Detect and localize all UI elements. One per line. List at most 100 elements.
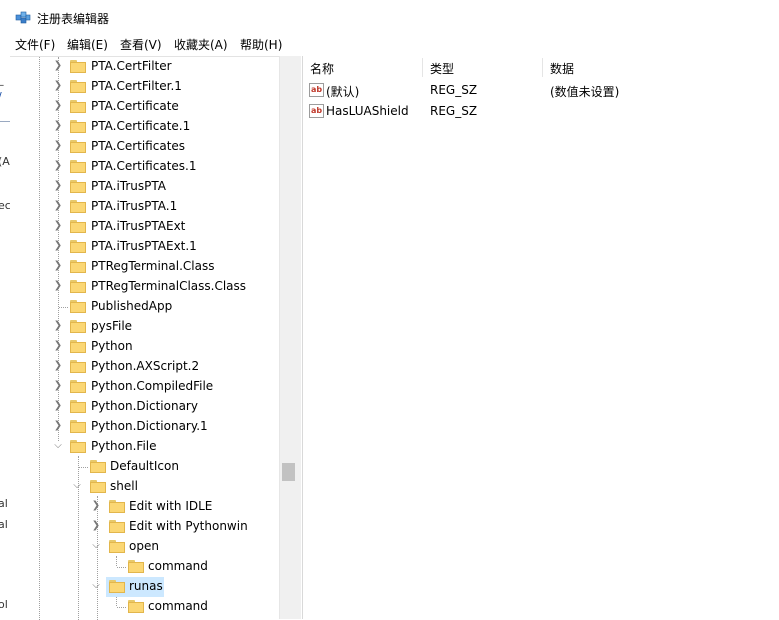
tree-node[interactable]: ❯ PTA.Certificate.1: [10, 117, 279, 137]
chevron-right-icon[interactable]: ❯: [90, 520, 102, 532]
folder-icon: [109, 520, 125, 533]
values-list[interactable]: 名称 类型 数据 ab (默认) REG_SZ (数值未设置) ab HasLU…: [302, 56, 779, 619]
chevron-right-icon[interactable]: ❯: [52, 260, 64, 272]
tree-node-label: PTA.Certificates.1: [91, 159, 197, 173]
chevron-down-icon[interactable]: ⌵: [71, 480, 83, 492]
chevron-right-icon[interactable]: ❯: [52, 140, 64, 152]
tree-node[interactable]: ❯ PTA.Certificate: [10, 97, 279, 117]
folder-icon: [70, 220, 86, 233]
tree-node[interactable]: ⌵ shell: [10, 477, 279, 497]
tree-node[interactable]: ❯ PTA.iTrusPTA.1: [10, 197, 279, 217]
tree-node[interactable]: ❯ PTRegTerminalClass.Class: [10, 277, 279, 297]
scrollbar-thumb[interactable]: [282, 463, 295, 481]
tree-node[interactable]: ⌵ open: [10, 537, 279, 557]
tree-node[interactable]: ⌵ Python.File: [10, 437, 279, 457]
tree-node[interactable]: ❯ Python.CompiledFile: [10, 377, 279, 397]
tree-node-label: PTA.iTrusPTAExt: [91, 219, 186, 233]
chevron-right-icon[interactable]: ❯: [52, 60, 64, 72]
chevron-right-icon[interactable]: ❯: [52, 280, 64, 292]
tree-node-label: Python: [91, 339, 133, 353]
column-divider[interactable]: [422, 58, 423, 77]
tree-node[interactable]: PublishedApp: [10, 297, 279, 317]
pane-splitter[interactable]: [297, 56, 301, 619]
value-row[interactable]: ab (默认) REG_SZ (数值未设置): [303, 80, 779, 100]
tree-node[interactable]: ❯ PTA.Certificates.1: [10, 157, 279, 177]
tree-node[interactable]: ❯ Python: [10, 337, 279, 357]
chevron-right-icon[interactable]: ❯: [52, 240, 64, 252]
tree-node[interactable]: DefaultIcon: [10, 457, 279, 477]
tree-node[interactable]: command: [10, 557, 279, 577]
chevron-right-icon[interactable]: ❯: [52, 380, 64, 392]
registry-tree[interactable]: ❯ PTA.CertFilter ❯ PTA.CertFilter.1 ❯ PT…: [10, 56, 279, 620]
menu-file[interactable]: 文件(F): [15, 36, 55, 53]
tree-node-label: PTA.iTrusPTA.1: [91, 199, 178, 213]
chevron-down-icon[interactable]: ⌵: [90, 540, 102, 552]
menu-edit[interactable]: 编辑(E): [67, 36, 108, 53]
chevron-right-icon[interactable]: ❯: [52, 180, 64, 192]
bg-fragment: al: [0, 518, 8, 531]
tree-node[interactable]: ❯ pysFile: [10, 317, 279, 337]
tree-node-label: PublishedApp: [91, 299, 173, 313]
tree-node[interactable]: ❯ PTA.Certificates: [10, 137, 279, 157]
value-row[interactable]: ab HasLUAShield REG_SZ: [303, 101, 779, 121]
chevron-right-icon[interactable]: ❯: [52, 80, 64, 92]
folder-icon: [70, 280, 86, 293]
chevron-right-icon[interactable]: ❯: [52, 340, 64, 352]
menu-favorites[interactable]: 收藏夹(A): [174, 36, 228, 53]
tree-node[interactable]: ❯ PTRegTerminal.Class: [10, 257, 279, 277]
chevron-right-icon[interactable]: ❯: [52, 100, 64, 112]
chevron-down-icon[interactable]: ⌵: [52, 440, 64, 452]
bg-fragment: al: [0, 497, 8, 510]
tree-node-label: PTA.iTrusPTA: [91, 179, 166, 193]
tree-node[interactable]: command: [10, 597, 279, 617]
column-header-name[interactable]: 名称: [310, 60, 334, 77]
title-bar: 注册表编辑器: [0, 0, 779, 32]
background-window-edge: _ / (A ec al al ol: [0, 33, 10, 619]
tree-node-label: PTA.Certificates: [91, 139, 186, 153]
column-header-type[interactable]: 类型: [430, 60, 454, 77]
tree-node[interactable]: ❯ Python.Dictionary.1: [10, 417, 279, 437]
tree-node[interactable]: ❯ Python.AXScript.2: [10, 357, 279, 377]
bg-fragment: ec: [0, 199, 10, 212]
folder-icon: [70, 380, 86, 393]
folder-icon: [128, 600, 144, 613]
chevron-right-icon[interactable]: ❯: [52, 360, 64, 372]
chevron-right-icon[interactable]: ❯: [52, 220, 64, 232]
tree-guide: [79, 467, 88, 468]
folder-icon: [70, 120, 86, 133]
tree-node[interactable]: ❯ PTA.iTrusPTA: [10, 177, 279, 197]
folder-icon: [70, 400, 86, 413]
folder-icon: [70, 360, 86, 373]
folder-icon: [128, 560, 144, 573]
tree-node-label: PTRegTerminalClass.Class: [91, 279, 247, 293]
tree-node[interactable]: ❯ PTA.CertFilter: [10, 57, 279, 77]
regedit-app-icon: [15, 11, 31, 24]
tree-scrollbar[interactable]: [279, 56, 297, 619]
menu-help[interactable]: 帮助(H): [240, 36, 282, 53]
column-divider[interactable]: [542, 58, 543, 77]
chevron-right-icon[interactable]: ❯: [52, 120, 64, 132]
tree-node-label: command: [148, 599, 208, 613]
tree-node-selected[interactable]: ⌵ runas: [10, 577, 279, 597]
tree-node[interactable]: ❯ Python.Dictionary: [10, 397, 279, 417]
tree-node-label: open: [129, 539, 159, 553]
tree-node-label: shell: [110, 479, 138, 493]
chevron-down-icon[interactable]: ⌵: [90, 580, 102, 592]
tree-node[interactable]: ❯ PTA.iTrusPTAExt.1: [10, 237, 279, 257]
tree-node[interactable]: ❯ PTA.CertFilter.1: [10, 77, 279, 97]
chevron-right-icon[interactable]: ❯: [52, 160, 64, 172]
bg-fragment: _: [0, 73, 4, 86]
folder-icon: [70, 100, 86, 113]
chevron-right-icon[interactable]: ❯: [52, 420, 64, 432]
folder-icon: [109, 500, 125, 513]
chevron-right-icon[interactable]: ❯: [52, 200, 64, 212]
chevron-right-icon[interactable]: ❯: [52, 400, 64, 412]
tree-node[interactable]: ❯ Edit with Pythonwin: [10, 517, 279, 537]
column-header-data[interactable]: 数据: [550, 60, 574, 77]
tree-node[interactable]: ❯ Edit with IDLE: [10, 497, 279, 517]
chevron-right-icon[interactable]: ❯: [90, 500, 102, 512]
chevron-right-icon[interactable]: ❯: [52, 320, 64, 332]
list-header: 名称 类型 数据: [303, 56, 779, 78]
menu-view[interactable]: 查看(V): [120, 36, 162, 53]
tree-node[interactable]: ❯ PTA.iTrusPTAExt: [10, 217, 279, 237]
